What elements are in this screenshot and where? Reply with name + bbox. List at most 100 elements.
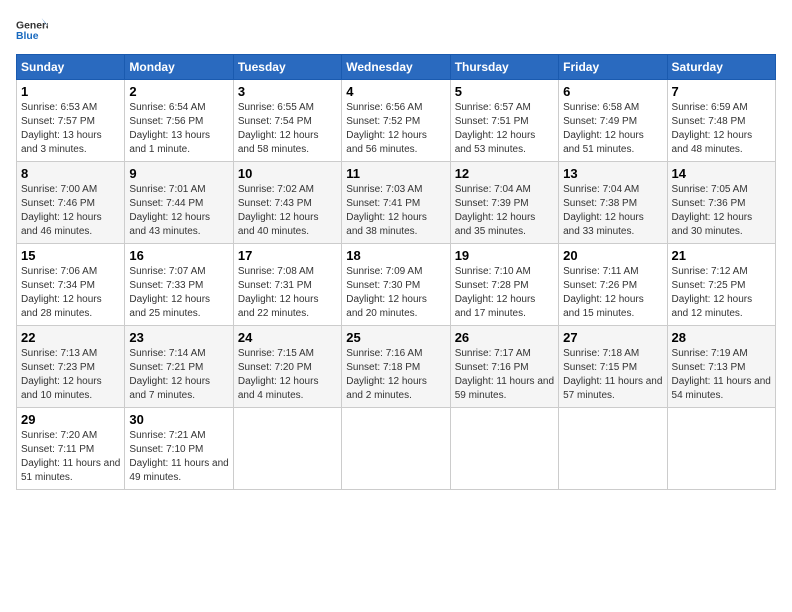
calendar-cell: 29 Sunrise: 7:20 AMSunset: 7:11 PMDayligh… bbox=[17, 408, 125, 490]
day-info: Sunrise: 6:57 AMSunset: 7:51 PMDaylight:… bbox=[455, 101, 554, 157]
day-info: Sunrise: 7:13 AMSunset: 7:23 PMDaylight:… bbox=[21, 347, 120, 403]
day-info: Sunrise: 7:02 AMSunset: 7:43 PMDaylight:… bbox=[238, 183, 337, 239]
calendar-cell: 5 Sunrise: 6:57 AMSunset: 7:51 PMDaylight… bbox=[450, 80, 558, 162]
day-number: 14 bbox=[672, 166, 771, 181]
day-info: Sunrise: 7:14 AMSunset: 7:21 PMDaylight:… bbox=[129, 347, 228, 403]
svg-text:General: General bbox=[16, 20, 48, 31]
day-info: Sunrise: 7:11 AMSunset: 7:26 PMDaylight:… bbox=[563, 265, 662, 321]
day-number: 18 bbox=[346, 248, 445, 263]
calendar-cell bbox=[450, 408, 558, 490]
calendar-cell: 27Sunrise: 7:18 AMSunset: 7:15 PMDayligh… bbox=[559, 326, 667, 408]
day-info: Sunrise: 7:16 AMSunset: 7:18 PMDaylight:… bbox=[346, 347, 445, 403]
calendar-week-5: 29 Sunrise: 7:20 AMSunset: 7:11 PMDayligh… bbox=[17, 408, 776, 490]
day-info: Sunrise: 7:10 AMSunset: 7:28 PMDaylight:… bbox=[455, 265, 554, 321]
calendar-cell: 30 Sunrise: 7:21 AMSunset: 7:10 PMDayligh… bbox=[125, 408, 233, 490]
day-number: 24 bbox=[238, 330, 337, 345]
calendar-cell: 4Sunrise: 6:56 AMSunset: 7:52 PMDaylight… bbox=[342, 80, 450, 162]
day-number: 5 bbox=[455, 84, 554, 99]
day-info: Sunrise: 6:53 AMSunset: 7:57 PMDaylight:… bbox=[21, 101, 120, 157]
day-number: 29 bbox=[21, 412, 120, 427]
day-number: 21 bbox=[672, 248, 771, 263]
weekday-header-friday: Friday bbox=[559, 55, 667, 80]
weekday-header-wednesday: Wednesday bbox=[342, 55, 450, 80]
day-info: Sunrise: 7:19 AMSunset: 7:13 PMDaylight:… bbox=[672, 347, 771, 403]
day-number: 6 bbox=[563, 84, 662, 99]
day-number: 4 bbox=[346, 84, 445, 99]
calendar-cell: 12 Sunrise: 7:04 AMSunset: 7:39 PMDayligh… bbox=[450, 162, 558, 244]
calendar-cell: 28 Sunrise: 7:19 AMSunset: 7:13 PMDayligh… bbox=[667, 326, 775, 408]
calendar-cell: 15 Sunrise: 7:06 AMSunset: 7:34 PMDayligh… bbox=[17, 244, 125, 326]
calendar-week-4: 22 Sunrise: 7:13 AMSunset: 7:23 PMDayligh… bbox=[17, 326, 776, 408]
day-number: 10 bbox=[238, 166, 337, 181]
day-info: Sunrise: 7:18 AMSunset: 7:15 PMDaylight:… bbox=[563, 347, 662, 403]
day-info: Sunrise: 7:07 AMSunset: 7:33 PMDaylight:… bbox=[129, 265, 228, 321]
day-info: Sunrise: 7:12 AMSunset: 7:25 PMDaylight:… bbox=[672, 265, 771, 321]
day-number: 1 bbox=[21, 84, 120, 99]
calendar-cell: 25 Sunrise: 7:16 AMSunset: 7:18 PMDayligh… bbox=[342, 326, 450, 408]
calendar-cell: 23 Sunrise: 7:14 AMSunset: 7:21 PMDayligh… bbox=[125, 326, 233, 408]
day-number: 30 bbox=[129, 412, 228, 427]
calendar-week-1: 1 Sunrise: 6:53 AMSunset: 7:57 PMDaylight… bbox=[17, 80, 776, 162]
day-number: 8 bbox=[21, 166, 120, 181]
weekday-header-tuesday: Tuesday bbox=[233, 55, 341, 80]
calendar-week-3: 15 Sunrise: 7:06 AMSunset: 7:34 PMDayligh… bbox=[17, 244, 776, 326]
day-info: Sunrise: 6:55 AMSunset: 7:54 PMDaylight:… bbox=[238, 101, 337, 157]
calendar-cell: 18 Sunrise: 7:09 AMSunset: 7:30 PMDayligh… bbox=[342, 244, 450, 326]
calendar-cell: 20 Sunrise: 7:11 AMSunset: 7:26 PMDayligh… bbox=[559, 244, 667, 326]
calendar-cell: 7 Sunrise: 6:59 AMSunset: 7:48 PMDaylight… bbox=[667, 80, 775, 162]
day-number: 12 bbox=[455, 166, 554, 181]
calendar-cell: 26Sunrise: 7:17 AMSunset: 7:16 PMDayligh… bbox=[450, 326, 558, 408]
day-info: Sunrise: 7:17 AMSunset: 7:16 PMDaylight:… bbox=[455, 347, 554, 403]
day-info: Sunrise: 7:09 AMSunset: 7:30 PMDaylight:… bbox=[346, 265, 445, 321]
day-info: Sunrise: 6:58 AMSunset: 7:49 PMDaylight:… bbox=[563, 101, 662, 157]
weekday-header-saturday: Saturday bbox=[667, 55, 775, 80]
calendar-cell: 3 Sunrise: 6:55 AMSunset: 7:54 PMDaylight… bbox=[233, 80, 341, 162]
calendar-cell: 2Sunrise: 6:54 AMSunset: 7:56 PMDaylight… bbox=[125, 80, 233, 162]
day-number: 19 bbox=[455, 248, 554, 263]
calendar-cell bbox=[342, 408, 450, 490]
day-number: 25 bbox=[346, 330, 445, 345]
day-number: 20 bbox=[563, 248, 662, 263]
calendar-cell: 22 Sunrise: 7:13 AMSunset: 7:23 PMDayligh… bbox=[17, 326, 125, 408]
calendar-week-2: 8 Sunrise: 7:00 AMSunset: 7:46 PMDaylight… bbox=[17, 162, 776, 244]
day-info: Sunrise: 7:05 AMSunset: 7:36 PMDaylight:… bbox=[672, 183, 771, 239]
calendar-cell: 21 Sunrise: 7:12 AMSunset: 7:25 PMDayligh… bbox=[667, 244, 775, 326]
day-number: 23 bbox=[129, 330, 228, 345]
day-number: 22 bbox=[21, 330, 120, 345]
day-info: Sunrise: 7:08 AMSunset: 7:31 PMDaylight:… bbox=[238, 265, 337, 321]
calendar-cell: 6 Sunrise: 6:58 AMSunset: 7:49 PMDaylight… bbox=[559, 80, 667, 162]
logo: General Blue bbox=[16, 16, 48, 44]
day-number: 2 bbox=[129, 84, 228, 99]
day-number: 7 bbox=[672, 84, 771, 99]
calendar-cell: 11Sunrise: 7:03 AMSunset: 7:41 PMDayligh… bbox=[342, 162, 450, 244]
day-info: Sunrise: 7:00 AMSunset: 7:46 PMDaylight:… bbox=[21, 183, 120, 239]
calendar-table: SundayMondayTuesdayWednesdayThursdayFrid… bbox=[16, 54, 776, 490]
day-number: 17 bbox=[238, 248, 337, 263]
day-info: Sunrise: 6:59 AMSunset: 7:48 PMDaylight:… bbox=[672, 101, 771, 157]
svg-text:Blue: Blue bbox=[16, 31, 39, 42]
day-info: Sunrise: 7:03 AMSunset: 7:41 PMDaylight:… bbox=[346, 183, 445, 239]
calendar-cell: 24Sunrise: 7:15 AMSunset: 7:20 PMDayligh… bbox=[233, 326, 341, 408]
day-info: Sunrise: 7:04 AMSunset: 7:38 PMDaylight:… bbox=[563, 183, 662, 239]
calendar-cell bbox=[559, 408, 667, 490]
day-info: Sunrise: 7:01 AMSunset: 7:44 PMDaylight:… bbox=[129, 183, 228, 239]
day-number: 3 bbox=[238, 84, 337, 99]
calendar-cell bbox=[667, 408, 775, 490]
day-info: Sunrise: 7:20 AMSunset: 7:11 PMDaylight:… bbox=[21, 429, 120, 485]
day-number: 16 bbox=[129, 248, 228, 263]
calendar-cell: 9Sunrise: 7:01 AMSunset: 7:44 PMDaylight… bbox=[125, 162, 233, 244]
day-info: Sunrise: 7:04 AMSunset: 7:39 PMDaylight:… bbox=[455, 183, 554, 239]
day-info: Sunrise: 7:06 AMSunset: 7:34 PMDaylight:… bbox=[21, 265, 120, 321]
logo-icon: General Blue bbox=[16, 16, 48, 44]
day-number: 28 bbox=[672, 330, 771, 345]
calendar-cell: 1 Sunrise: 6:53 AMSunset: 7:57 PMDaylight… bbox=[17, 80, 125, 162]
day-info: Sunrise: 7:21 AMSunset: 7:10 PMDaylight:… bbox=[129, 429, 228, 485]
day-number: 15 bbox=[21, 248, 120, 263]
calendar-cell: 19 Sunrise: 7:10 AMSunset: 7:28 PMDayligh… bbox=[450, 244, 558, 326]
weekday-header-sunday: Sunday bbox=[17, 55, 125, 80]
calendar-cell bbox=[233, 408, 341, 490]
calendar-cell: 14 Sunrise: 7:05 AMSunset: 7:36 PMDayligh… bbox=[667, 162, 775, 244]
calendar-cell: 17 Sunrise: 7:08 AMSunset: 7:31 PMDayligh… bbox=[233, 244, 341, 326]
calendar-cell: 10 Sunrise: 7:02 AMSunset: 7:43 PMDayligh… bbox=[233, 162, 341, 244]
day-number: 13 bbox=[563, 166, 662, 181]
